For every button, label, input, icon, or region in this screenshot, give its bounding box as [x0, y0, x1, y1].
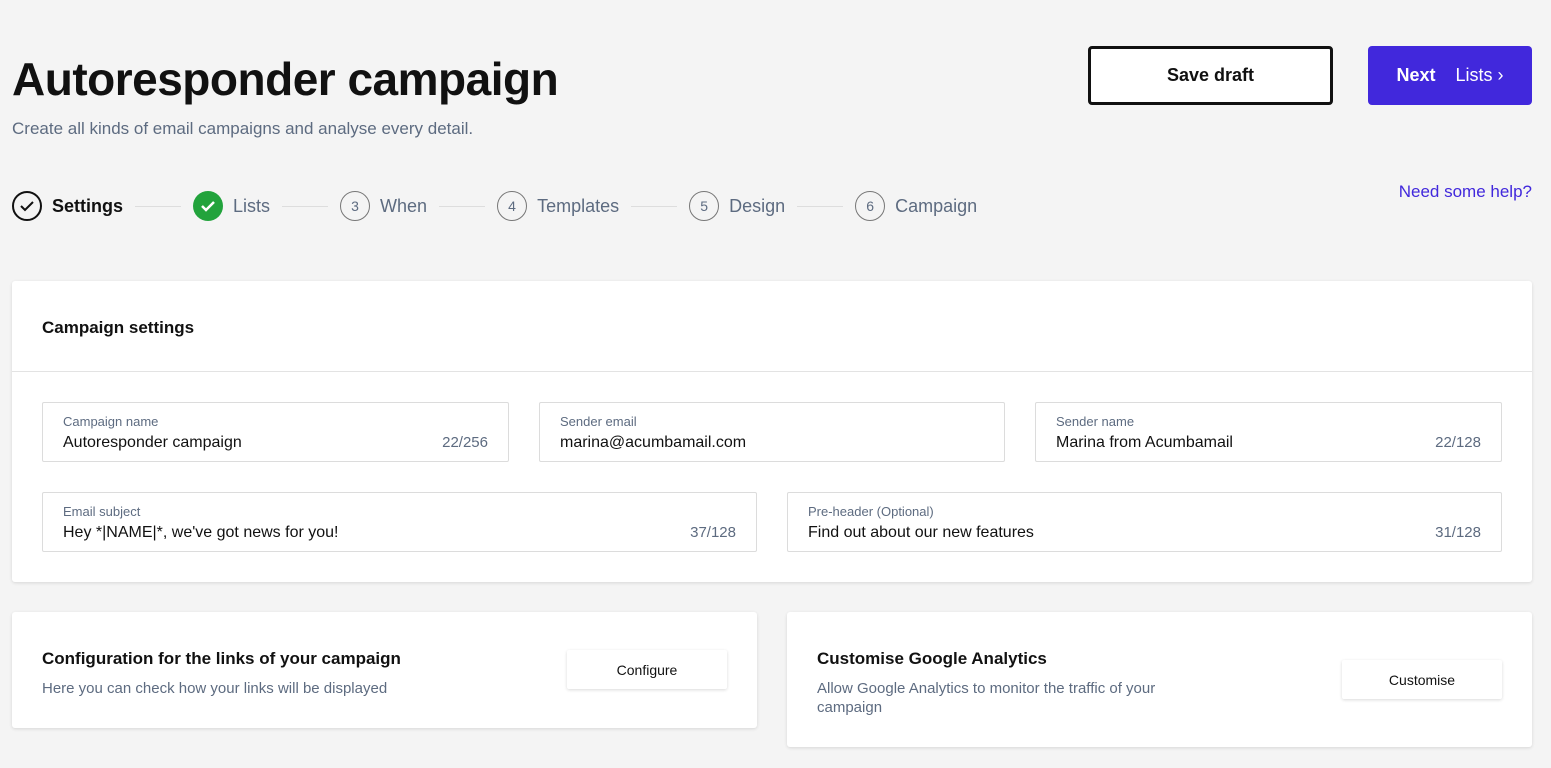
preheader-field[interactable]: Pre-header (Optional) Find out about our … [787, 492, 1502, 552]
step-lists[interactable]: Lists [193, 191, 270, 221]
step-templates[interactable]: 4 Templates [497, 191, 619, 221]
chevron-right-icon: › [1497, 65, 1504, 85]
next-label: Next [1396, 65, 1436, 85]
help-link[interactable]: Need some help? [1399, 182, 1532, 202]
email-subject-field[interactable]: Email subject Hey *|NAME|*, we've got new… [42, 492, 757, 552]
check-icon [12, 191, 42, 221]
links-config-card: Configuration for the links of your camp… [12, 612, 757, 728]
step-settings[interactable]: Settings [12, 191, 123, 221]
configure-button[interactable]: Configure [567, 650, 727, 689]
check-icon [193, 191, 224, 221]
step-design[interactable]: 5 Design [689, 191, 785, 221]
sender-name-field[interactable]: Sender name Marina from Acumbamail 22/128 [1035, 402, 1502, 462]
campaign-name-field[interactable]: Campaign name Autoresponder campaign 22/25… [42, 402, 509, 462]
save-draft-button[interactable]: Save draft [1088, 46, 1333, 105]
step-when[interactable]: 3 When [340, 191, 427, 221]
page-subtitle: Create all kinds of email campaigns and … [12, 119, 474, 138]
campaign-settings-card: Campaign settings Campaign name Autorespo… [12, 281, 1532, 582]
sender-email-field[interactable]: Sender email marina@acumbamail.com [539, 402, 1005, 462]
step-campaign[interactable]: 6 Campaign [855, 191, 977, 221]
google-analytics-card: Customise Google Analytics Allow Google … [787, 612, 1532, 747]
next-target: Lists [1455, 65, 1493, 85]
stepper: Settings Lists 3 When 4 Templates 5 Design … [12, 191, 977, 221]
next-button[interactable]: Next Lists › [1368, 46, 1532, 105]
customise-button[interactable]: Customise [1342, 660, 1502, 699]
page-title: Autoresponder campaign [12, 53, 559, 105]
